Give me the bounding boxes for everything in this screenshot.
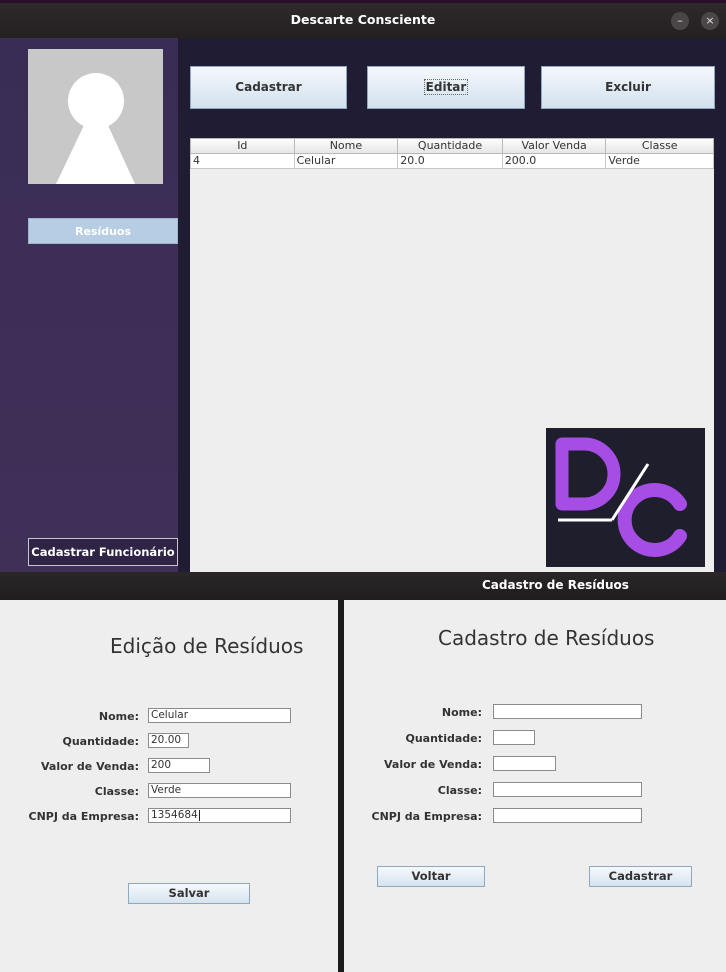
quantidade-label: Quantidade: — [62, 735, 140, 748]
edicao-title: Edição de Resíduos — [110, 634, 304, 658]
cadastrar-submit-button[interactable]: Cadastrar — [589, 866, 692, 887]
edit-valor-venda-field[interactable]: 200 — [148, 758, 210, 773]
table-cell: 200.0 — [503, 154, 607, 168]
dc-logo-mark — [555, 437, 687, 557]
cnpj-label: CNPJ da Empresa: — [371, 810, 483, 823]
salvar-button[interactable]: Salvar — [128, 883, 250, 904]
edit-classe-field[interactable]: Verde — [148, 783, 291, 798]
edit-nome-field[interactable]: Celular — [148, 708, 291, 723]
editar-button[interactable]: Editar — [367, 66, 525, 109]
cad-nome-field[interactable] — [493, 704, 642, 719]
minimize-icon[interactable]: – — [671, 12, 689, 30]
main-window: Descarte Consciente – × Resíduos Cadastr… — [0, 0, 726, 578]
sidebar-item-residuos[interactable]: Resíduos — [28, 218, 178, 244]
avatar — [28, 49, 163, 184]
window-title: Descarte Consciente — [290, 12, 436, 27]
column-header-quantidade[interactable]: Quantidade — [398, 139, 503, 153]
cad-classe-field[interactable] — [493, 782, 642, 797]
editar-button-label: Editar — [423, 79, 469, 95]
cad-quantidade-field[interactable] — [493, 730, 535, 745]
cad-valor-venda-field[interactable] — [493, 756, 556, 771]
nome-label: Nome: — [441, 706, 482, 719]
cad-cnpj-field[interactable] — [493, 808, 642, 823]
residuos-table: Id Nome Quantidade Valor Venda Classe 4 … — [190, 138, 714, 574]
cadastro-window-title: Cadastro de Resíduos — [482, 578, 629, 592]
valor-venda-label: Valor de Venda: — [41, 760, 139, 773]
cadastro-panel: Cadastro de Resíduos Nome: Quantidade: V… — [344, 600, 726, 972]
voltar-button[interactable]: Voltar — [377, 866, 485, 887]
column-header-nome[interactable]: Nome — [295, 139, 399, 153]
close-icon[interactable]: × — [701, 12, 719, 30]
table-cell: 20.0 — [398, 154, 503, 168]
text-caret — [198, 809, 200, 821]
dc-logo — [546, 428, 705, 567]
nome-label: Nome: — [98, 710, 139, 723]
edicao-panel: Edição de Resíduos Nome: Celular Quantid… — [0, 600, 338, 972]
edit-cnpj-value: 1354684 — [151, 809, 198, 821]
classe-label: Classe: — [94, 785, 139, 798]
classe-label: Classe: — [437, 784, 482, 797]
cadastrar-button[interactable]: Cadastrar — [190, 66, 347, 109]
column-header-id[interactable]: Id — [191, 139, 295, 153]
table-cell: 4 — [191, 154, 295, 168]
excluir-button[interactable]: Excluir — [541, 66, 715, 109]
table-row[interactable]: 4 Celular 20.0 200.0 Verde — [190, 154, 714, 169]
title-bar: Descarte Consciente – × — [0, 0, 726, 38]
main-content: Cadastrar Editar Excluir Id Nome Quantid… — [178, 38, 726, 578]
cadastro-title: Cadastro de Resíduos — [438, 626, 655, 650]
valor-venda-label: Valor de Venda: — [384, 758, 482, 771]
table-header: Id Nome Quantidade Valor Venda Classe — [190, 138, 714, 154]
edit-quantidade-field[interactable]: 20.00 — [148, 733, 189, 748]
table-cell: Verde — [608, 154, 640, 167]
column-header-classe[interactable]: Classe — [606, 139, 713, 153]
quantidade-label: Quantidade: — [405, 732, 483, 745]
cadastrar-funcionario-button[interactable]: Cadastrar Funcionário — [28, 538, 178, 566]
user-silhouette-icon — [56, 73, 135, 184]
table-cell: Celular — [295, 154, 399, 168]
cnpj-label: CNPJ da Empresa: — [28, 810, 140, 823]
column-header-valor-venda[interactable]: Valor Venda — [503, 139, 607, 153]
cadastro-title-bar: Cadastro de Resíduos — [0, 572, 726, 600]
edit-cnpj-field[interactable]: 1354684 — [148, 808, 291, 823]
sidebar: Resíduos Cadastrar Funcionário — [0, 38, 178, 578]
